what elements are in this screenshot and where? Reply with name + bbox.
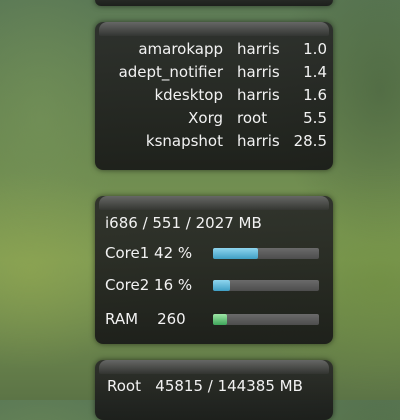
memory-summary: i686 / 551 / 2027 MB bbox=[105, 214, 262, 232]
process-name: ksnapshot bbox=[145, 132, 223, 150]
process-name: Xorg bbox=[188, 109, 223, 127]
top-panel-stub bbox=[95, 0, 333, 6]
core2-label: Core2 16 % bbox=[105, 276, 193, 294]
core2-bar bbox=[213, 280, 319, 291]
process-name: kdesktop bbox=[154, 86, 223, 104]
process-cpu: 1.6 bbox=[303, 86, 327, 104]
process-user: harris bbox=[237, 86, 280, 104]
panel-handle[interactable] bbox=[99, 360, 329, 374]
process-cpu: 28.5 bbox=[293, 132, 327, 150]
panel-handle[interactable] bbox=[99, 22, 329, 36]
process-user: harris bbox=[237, 132, 280, 150]
core1-bar-fill bbox=[213, 248, 258, 259]
process-row: amarokapp harris 1.0 bbox=[95, 40, 333, 63]
process-user: harris bbox=[237, 63, 280, 81]
process-table: amarokapp harris 1.0 adept_notifier harr… bbox=[95, 40, 333, 155]
core1-meter: Core1 42 % bbox=[105, 244, 325, 266]
panel-handle[interactable] bbox=[99, 196, 329, 210]
core1-label: Core1 42 % bbox=[105, 244, 193, 262]
process-row: ksnapshot harris 28.5 bbox=[95, 132, 333, 155]
process-row: adept_notifier harris 1.4 bbox=[95, 63, 333, 86]
ram-meter: RAM 260 bbox=[105, 310, 325, 332]
process-user: harris bbox=[237, 40, 280, 58]
process-name: adept_notifier bbox=[118, 63, 223, 81]
ram-bar-fill bbox=[213, 314, 227, 325]
process-monitor-panel: amarokapp harris 1.0 adept_notifier harr… bbox=[95, 22, 333, 170]
process-name: amarokapp bbox=[138, 40, 223, 58]
core1-bar bbox=[213, 248, 319, 259]
system-monitor-panel: i686 / 551 / 2027 MB Core1 42 % Core2 16… bbox=[95, 196, 333, 344]
process-row: Xorg root 5.5 bbox=[95, 109, 333, 132]
process-cpu: 5.5 bbox=[303, 109, 327, 127]
ram-label: RAM 260 bbox=[105, 310, 186, 328]
process-user: root bbox=[237, 109, 268, 127]
disk-monitor-panel: Root 45815 / 144385 MB bbox=[95, 360, 333, 420]
process-row: kdesktop harris 1.6 bbox=[95, 86, 333, 109]
ram-bar bbox=[213, 314, 319, 325]
root-disk-summary: Root 45815 / 144385 MB bbox=[107, 377, 303, 395]
core2-meter: Core2 16 % bbox=[105, 276, 325, 298]
process-cpu: 1.0 bbox=[303, 40, 327, 58]
process-cpu: 1.4 bbox=[303, 63, 327, 81]
core2-bar-fill bbox=[213, 280, 230, 291]
